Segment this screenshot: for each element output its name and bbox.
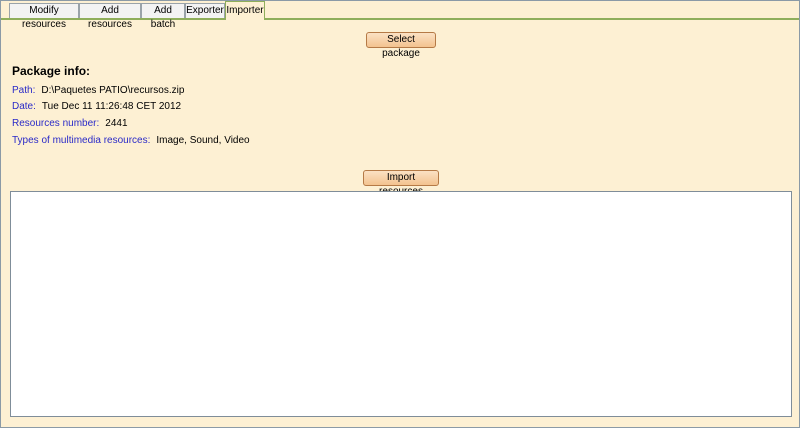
- path-value: D:\Paquetes PATIO\recursos.zip: [41, 85, 185, 96]
- tab-add-resources[interactable]: Add resources: [79, 3, 141, 30]
- tab-importer[interactable]: Importer: [225, 1, 265, 20]
- resources-number-label: Resources number:: [12, 118, 100, 129]
- types-value: Image, Sound, Video: [156, 135, 250, 146]
- resources-number-row: Resources number: 2441: [12, 118, 128, 129]
- import-log-area[interactable]: [10, 191, 792, 417]
- path-label: Path:: [12, 85, 36, 96]
- import-resources-button[interactable]: Import resources: [363, 170, 439, 197]
- date-value: Tue Dec 11 11:26:48 CET 2012: [41, 101, 182, 112]
- types-row: Types of multimedia resources: Image, Sou…: [12, 135, 250, 146]
- date-row: Date: Tue Dec 11 11:26:48 CET 2012: [12, 101, 181, 112]
- package-info-title: Package info:: [12, 64, 91, 78]
- tab-bar: Modify resources Add resources Add batch…: [1, 1, 799, 30]
- importer-window: Modify resources Add resources Add batch…: [0, 0, 800, 428]
- path-row: Path: D:\Paquetes PATIO\recursos.zip: [12, 85, 184, 96]
- resources-number-value: 2441: [105, 118, 128, 129]
- tab-modify-resources[interactable]: Modify resources: [9, 3, 79, 30]
- tab-exporter[interactable]: Exporter: [185, 3, 225, 18]
- tab-add-batch[interactable]: Add batch: [141, 3, 185, 30]
- date-label: Date:: [12, 101, 36, 112]
- select-package-button[interactable]: Select package: [366, 32, 436, 59]
- types-label: Types of multimedia resources:: [12, 135, 151, 146]
